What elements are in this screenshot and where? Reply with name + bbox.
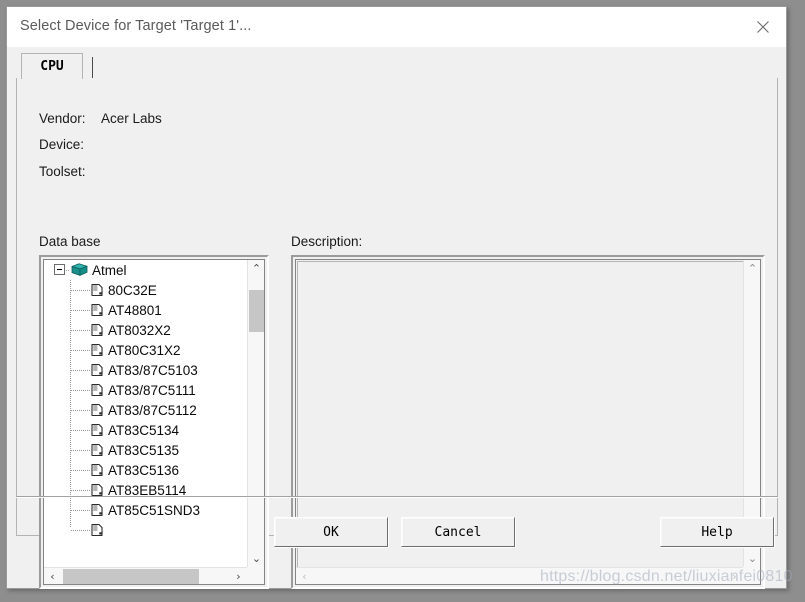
tree-item-label: AT80C31X2	[108, 342, 181, 358]
tree-elbow	[71, 290, 90, 291]
tree-scroll-thumb[interactable]	[249, 290, 264, 332]
tree-item-label: AT83/87C5112	[108, 402, 197, 418]
toolset-label: Toolset:	[39, 164, 86, 179]
cpu-tab-panel: Vendor: Acer Labs Device: Toolset: Data b…	[16, 78, 778, 589]
title-bar: Select Device for Target 'Target 1'...	[7, 7, 786, 47]
tree-item[interactable]: AT83/87C5112	[44, 400, 247, 420]
close-icon	[757, 21, 769, 33]
tree-item[interactable]: 80C32E	[44, 280, 247, 300]
tree-elbow	[71, 410, 90, 411]
tree-elbow	[71, 490, 90, 491]
chip-icon	[91, 463, 103, 477]
close-button[interactable]	[740, 7, 786, 47]
device-label: Device:	[39, 137, 85, 152]
toolset-row: Toolset:	[39, 164, 101, 179]
tree-item-label: AT83/87C5103	[108, 362, 198, 378]
chip-icon	[91, 443, 103, 457]
button-bar-separator	[16, 496, 778, 498]
chevron-up-icon: ⌃	[747, 262, 758, 275]
button-bar: OK Cancel Help	[7, 496, 786, 588]
expander-collapse-icon[interactable]	[54, 264, 65, 275]
tree-item[interactable]: AT83/87C5103	[44, 360, 247, 380]
select-device-dialog: Select Device for Target 'Target 1'... C…	[6, 6, 787, 589]
chip-icon	[91, 303, 103, 317]
tree-item[interactable]: AT8032X2	[44, 320, 247, 340]
chip-icon	[91, 383, 103, 397]
tree-elbow	[71, 370, 90, 371]
tree-item-label: 80C32E	[108, 282, 157, 298]
tree-item[interactable]: AT48801	[44, 300, 247, 320]
tree-item-label: AT8032X2	[108, 322, 171, 338]
chip-icon	[91, 283, 103, 297]
chip-icon	[91, 323, 103, 337]
tree-item-label: AT83C5135	[108, 442, 180, 458]
vendor-value: Acer Labs	[101, 111, 162, 126]
database-label: Data base	[39, 234, 101, 249]
ok-button-label: OK	[323, 524, 339, 540]
tab-cpu[interactable]: CPU	[21, 53, 83, 79]
tree-item-label: AT83C5134	[108, 422, 180, 438]
tab-cpu-label: CPU	[40, 59, 64, 74]
tab-focus-caret	[92, 57, 93, 78]
tree-item[interactable]: AT83/87C5111	[44, 380, 247, 400]
tree-elbow	[71, 330, 90, 331]
client-area: CPU Vendor: Acer Labs Device: Toolset: Da…	[7, 47, 786, 589]
scroll-up-button[interactable]: ⌃	[248, 260, 264, 277]
book-icon	[71, 263, 88, 276]
vendor-row: Vendor: Acer Labs	[39, 111, 162, 126]
tree-elbow	[71, 350, 90, 351]
tree-elbow	[71, 470, 90, 471]
tree-node-atmel-label: Atmel	[92, 262, 127, 278]
ok-button[interactable]: OK	[274, 517, 388, 547]
tree-node-atmel[interactable]: Atmel	[44, 260, 247, 280]
chip-icon	[91, 343, 103, 357]
vendor-label: Vendor:	[39, 111, 86, 126]
chip-icon	[91, 403, 103, 417]
device-row: Device:	[39, 137, 101, 152]
tree-elbow	[71, 450, 90, 451]
description-label: Description:	[291, 234, 363, 249]
chevron-up-icon: ⌃	[251, 262, 262, 275]
cancel-button-label: Cancel	[434, 524, 482, 540]
cancel-button[interactable]: Cancel	[401, 517, 515, 547]
chip-icon	[91, 423, 103, 437]
tree-item[interactable]: AT83C5135	[44, 440, 247, 460]
tree-item-label: AT48801	[108, 302, 162, 318]
tree-item-label: AT83C5136	[108, 462, 180, 478]
help-button-label: Help	[701, 524, 733, 540]
tree-item[interactable]: AT80C31X2	[44, 340, 247, 360]
tree-elbow	[71, 390, 90, 391]
scroll-up-button[interactable]: ⌃	[744, 260, 760, 277]
chip-icon	[91, 483, 103, 497]
tree-item-label: AT83/87C5111	[108, 382, 196, 398]
help-button[interactable]: Help	[660, 517, 774, 547]
tree-item[interactable]: AT83C5134	[44, 420, 247, 440]
dialog-title: Select Device for Target 'Target 1'...	[20, 18, 252, 34]
chip-icon	[91, 363, 103, 377]
tree-elbow	[71, 310, 90, 311]
tree-elbow	[71, 430, 90, 431]
tree-item[interactable]: AT83C5136	[44, 460, 247, 480]
tab-strip: CPU	[16, 53, 778, 79]
